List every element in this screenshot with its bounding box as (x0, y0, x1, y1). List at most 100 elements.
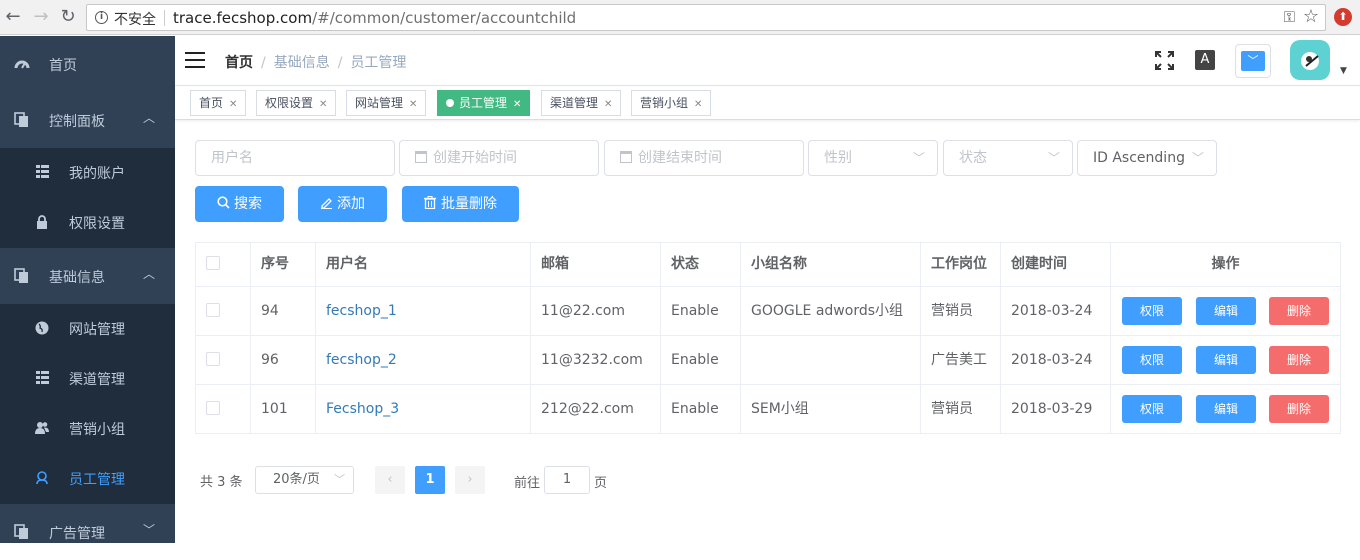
sidebar-item-control-panel[interactable]: 控制面板 ︿ (0, 92, 175, 148)
cell-id: 96 (251, 336, 316, 384)
select-all-checkbox[interactable] (206, 256, 220, 270)
batch-delete-button[interactable]: 批量删除 (402, 186, 519, 222)
close-icon[interactable]: ✕ (319, 99, 327, 110)
cell-username-link[interactable]: Fecshop_3 (316, 385, 531, 433)
header-actions: 操作 (1211, 256, 1240, 272)
batch-delete-button-label: 批量删除 (441, 196, 497, 212)
status-select[interactable]: 状态 ﹀ (943, 140, 1073, 176)
tag-label: 渠道管理 (550, 96, 599, 110)
bookmark-star-icon[interactable]: ☆ (1303, 6, 1319, 27)
caret-down-icon[interactable]: ▼ (1340, 66, 1347, 76)
edit-button[interactable]: 编辑 (1196, 297, 1256, 325)
sidebar-item-basic-info[interactable]: 基础信息 ︿ (0, 248, 175, 304)
url-text[interactable]: trace.fecshop.com/#/common/customer/acco… (173, 9, 576, 27)
close-icon[interactable]: ✕ (604, 99, 612, 110)
sidebar-item-permissions[interactable]: 权限设置 (0, 198, 175, 248)
search-button-label: 搜索 (234, 196, 262, 212)
back-icon[interactable]: ← (2, 6, 24, 28)
cell-id: 101 (251, 385, 316, 433)
breadcrumb-home[interactable]: 首页 (225, 55, 253, 71)
delete-button[interactable]: 删除 (1269, 297, 1329, 325)
sidebar-item-home[interactable]: 首页 (0, 36, 175, 92)
row-checkbox[interactable] (206, 303, 220, 317)
tag-channel-management[interactable]: 渠道管理 ✕ (541, 90, 622, 116)
tag-label: 员工管理 (459, 96, 508, 110)
sidebar-item-my-account[interactable]: 我的账户 (0, 148, 175, 198)
documents-icon (14, 112, 30, 128)
tag-site-management[interactable]: 网站管理 ✕ (346, 90, 427, 116)
header-group[interactable]: 小组名称 (741, 243, 921, 286)
prev-page-button[interactable]: ‹ (375, 466, 405, 494)
sidebar-item-ad-management[interactable]: 广告管理 ﹀ (0, 504, 175, 560)
sidebar-item-channel-management[interactable]: 渠道管理 (0, 354, 175, 404)
table-row: 101 Fecshop_3 212@22.com Enable SEM小组 营销… (196, 385, 1340, 434)
permission-button[interactable]: 权限 (1122, 297, 1182, 325)
permission-button[interactable]: 权限 (1122, 395, 1182, 423)
row-checkbox[interactable] (206, 352, 220, 366)
username-input[interactable]: 用户名 (195, 140, 395, 176)
extension-icon[interactable]: ⬆ (1334, 8, 1352, 26)
tag-permissions[interactable]: 权限设置 ✕ (256, 90, 337, 116)
close-icon[interactable]: ✕ (513, 99, 521, 110)
header-created[interactable]: 创建时间 (1001, 243, 1111, 286)
key-icon[interactable]: ⚿ (1284, 8, 1295, 26)
tag-staff-management[interactable]: 员工管理 ✕ (437, 90, 531, 116)
header-id[interactable]: 序号 (251, 243, 316, 286)
edit-button[interactable]: 编辑 (1196, 395, 1256, 423)
tag-home[interactable]: 首页 ✕ (190, 90, 247, 116)
add-button-label: 添加 (337, 196, 365, 212)
page-size-select[interactable]: 20条/页 ﹀ (255, 466, 354, 494)
page-number-current[interactable]: 1 (415, 466, 445, 494)
created-start-date-picker[interactable]: 创建开始时间 (399, 140, 599, 176)
tag-label: 网站管理 (355, 96, 404, 110)
breadcrumb-level2: 员工管理 (350, 55, 407, 71)
security-label[interactable]: 不安全 (114, 9, 156, 29)
gender-select[interactable]: 性别 ﹀ (808, 140, 938, 176)
top-navbar: 首页 / 基础信息 / 员工管理 A ﹀ ▼ (175, 36, 1360, 86)
sidebar-item-marketing-group[interactable]: 营销小组 (0, 404, 175, 454)
sort-select[interactable]: ID Ascending ﹀ (1077, 140, 1217, 176)
info-icon[interactable]: i (95, 11, 108, 24)
delete-button[interactable]: 删除 (1269, 395, 1329, 423)
size-select[interactable]: ﹀ (1235, 44, 1271, 78)
close-icon[interactable]: ✕ (229, 99, 237, 110)
sidebar-item-site-management[interactable]: 网站管理 (0, 304, 175, 354)
header-username[interactable]: 用户名 (316, 243, 531, 286)
reload-icon[interactable]: ↻ (57, 6, 79, 28)
globe-icon (35, 321, 49, 335)
row-select-cell (196, 287, 251, 335)
tag-label: 营销小组 (640, 96, 689, 110)
cell-username-link[interactable]: fecshop_2 (316, 336, 531, 384)
cell-status: Enable (661, 336, 741, 384)
permission-button[interactable]: 权限 (1122, 346, 1182, 374)
next-page-button[interactable]: › (455, 466, 485, 494)
created-end-placeholder: 创建结束时间 (638, 150, 722, 166)
address-bar[interactable]: i 不安全 trace.fecshop.com/#/common/custome… (86, 4, 1326, 31)
tag-label: 权限设置 (265, 96, 314, 110)
calendar-icon (415, 151, 427, 163)
user-badge-icon (35, 471, 49, 485)
close-icon[interactable]: ✕ (409, 99, 417, 110)
hamburger-icon[interactable] (185, 52, 205, 68)
avatar[interactable] (1290, 40, 1330, 80)
created-end-date-picker[interactable]: 创建结束时间 (604, 140, 804, 176)
header-position[interactable]: 工作岗位 (921, 243, 1001, 286)
translate-icon[interactable]: A (1195, 50, 1215, 70)
cell-username-link[interactable]: fecshop_1 (316, 287, 531, 335)
edit-button[interactable]: 编辑 (1196, 346, 1256, 374)
close-icon[interactable]: ✕ (694, 99, 702, 110)
row-checkbox[interactable] (206, 401, 220, 415)
cell-status: Enable (661, 385, 741, 433)
sidebar-item-staff-management[interactable]: 员工管理 (0, 454, 175, 504)
grid-icon (35, 165, 49, 179)
goto-page-input[interactable]: 1 (544, 466, 590, 494)
search-button[interactable]: 搜索 (195, 186, 284, 222)
add-button[interactable]: 添加 (298, 186, 387, 222)
header-email[interactable]: 邮箱 (531, 243, 661, 286)
tag-marketing-group[interactable]: 营销小组 ✕ (631, 90, 712, 116)
delete-button[interactable]: 删除 (1269, 346, 1329, 374)
chevron-down-icon: ﹀ (912, 151, 925, 165)
fullscreen-icon[interactable] (1155, 51, 1174, 70)
header-status[interactable]: 状态 (661, 243, 741, 286)
forward-icon[interactable]: → (30, 6, 52, 28)
